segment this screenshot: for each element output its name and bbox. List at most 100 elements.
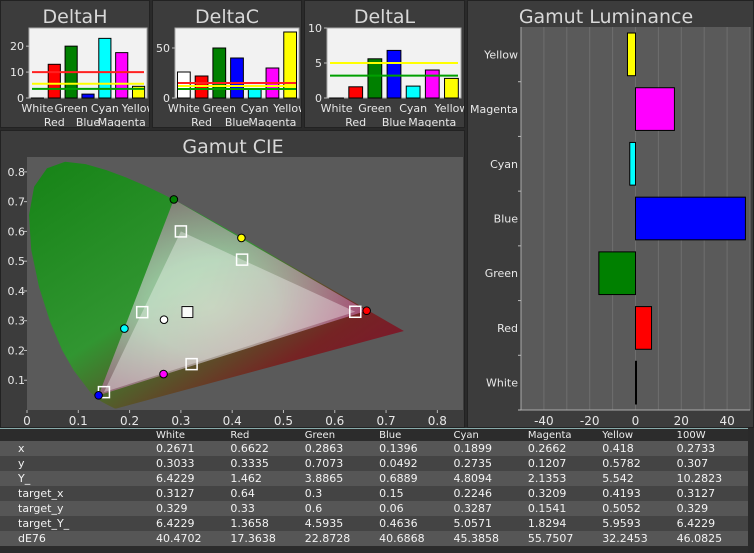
table-cell: 0.3209: [525, 486, 599, 501]
deltaL-xtick-label: Blue: [382, 116, 407, 127]
table-cell: 5.542: [599, 471, 673, 486]
gamut-cie-xtick-label: 0.8: [428, 414, 447, 427]
deltaH-panel: DeltaH01020WhiteGreenCyanYellowRedBlueMa…: [0, 0, 150, 128]
gamut-luminance-bar-yellow: [627, 33, 635, 76]
gamut-cie-title: Gamut CIE: [182, 136, 283, 158]
gamut-cie-measured-cyan: [121, 325, 129, 333]
table-row: y0.30330.33350.70730.04920.27350.12070.5…: [0, 456, 748, 471]
table-cell: 0.2733: [674, 441, 748, 456]
table-cell: 40.4702: [153, 531, 227, 546]
deltaC-xtick-label: White: [168, 102, 200, 115]
gamut-cie-ytick-label: 0.2: [8, 344, 26, 357]
gamut-luminance-bar-white: [636, 361, 637, 404]
deltaH-xtick-label: White: [21, 102, 53, 115]
table-column-header: Red: [227, 429, 301, 441]
table-cell: 0.4193: [599, 486, 673, 501]
deltaH-bar-blue: [82, 94, 94, 98]
gamut-cie-ytick-label: 0.6: [8, 225, 26, 238]
deltaL-xtick-label: Magenta: [408, 116, 456, 127]
gamut-cie-panel: Gamut CIE00.10.20.30.40.50.60.70.80.10.2…: [0, 130, 465, 428]
deltaH-xtick-label: Blue: [76, 116, 101, 127]
table-cell: 0.3287: [451, 501, 525, 516]
gamut-luminance-ytick-label: Magenta: [470, 103, 518, 116]
deltaC-xtick-label: Cyan: [241, 102, 269, 115]
table-cell: 0.1541: [525, 501, 599, 516]
table-column-header: Green: [302, 429, 376, 441]
deltaH-xtick-label: Red: [44, 116, 65, 127]
deltaL-panel: DeltaL0510WhiteGreenCyanYellowRedBlueMag…: [304, 0, 465, 128]
table-cell: 6.4229: [153, 516, 227, 531]
table-cell: 0.3127: [674, 486, 748, 501]
table-cell: 55.7507: [525, 531, 599, 546]
gamut-luminance-panel: Gamut Luminance-40-2002040YellowMagentaC…: [467, 0, 754, 428]
deltaL-xtick-label: White: [321, 102, 353, 115]
table-cell: 6.4229: [153, 471, 227, 486]
table-cell: 0.3033: [153, 456, 227, 471]
table-cell: 4.5935: [302, 516, 376, 531]
table-row-label: y: [0, 456, 153, 471]
measurement-grid: WhiteRedGreenBlueCyanMagentaYellow100W x…: [0, 429, 748, 546]
gamut-cie-xtick-label: 0.7: [377, 414, 396, 427]
table-header-row: WhiteRedGreenBlueCyanMagentaYellow100W: [0, 429, 748, 441]
table-cell: 32.2453: [599, 531, 673, 546]
deltaC-xtick-label: Magenta: [248, 116, 296, 127]
table-row-label: x: [0, 441, 153, 456]
gamut-luminance-ytick-label: Yellow: [483, 48, 518, 61]
deltaL-ytick-label: 10: [308, 22, 322, 35]
table-cell: 1.3658: [227, 516, 301, 531]
gamut-luminance-bar-red: [636, 307, 652, 350]
table-cell: 0.1899: [451, 441, 525, 456]
gamut-cie-chart: Gamut CIE00.10.20.30.40.50.60.70.80.10.2…: [1, 131, 464, 427]
table-cell: 0.1207: [525, 456, 599, 471]
deltaL-bar-blue: [387, 50, 401, 98]
table-cell: 0.6889: [376, 471, 450, 486]
gamut-cie-measured-blue: [95, 392, 103, 400]
gamut-luminance-ytick-label: Green: [485, 267, 518, 280]
table-cell: 0.3127: [153, 486, 227, 501]
deltaL-xtick-label: Green: [358, 102, 391, 115]
deltaL-xtick-label: Yellow: [433, 102, 464, 115]
gamut-cie-ytick-label: 0.5: [8, 255, 26, 268]
table-cell: 0.2863: [302, 441, 376, 456]
table-cell: 1.8294: [525, 516, 599, 531]
table-cell: 0.7073: [302, 456, 376, 471]
table-corner: [0, 429, 153, 441]
gamut-luminance-bar-green: [599, 252, 636, 295]
gamut-luminance-ytick-label: White: [486, 377, 518, 390]
gamut-cie-xtick-label: 0: [23, 414, 31, 427]
gamut-cie-xtick-label: 0.1: [69, 414, 88, 427]
table-cell: 0.307: [674, 456, 748, 471]
table-row-label: target_x: [0, 486, 153, 501]
measurement-table: WhiteRedGreenBlueCyanMagentaYellow100W x…: [0, 428, 748, 553]
deltaL-ytick-label: 5: [315, 57, 322, 70]
gamut-cie-target-white: [182, 307, 193, 318]
gamut-luminance-ytick-label: Red: [497, 322, 518, 335]
table-cell: 3.8865: [302, 471, 376, 486]
table-cell: 0.329: [153, 501, 227, 516]
deltaC-bar-blue: [231, 58, 244, 98]
deltaC-xtick-label: Blue: [225, 116, 250, 127]
deltaL-bar-green: [368, 59, 382, 98]
table-cell: 0.329: [674, 501, 748, 516]
gamut-cie-xtick-label: 0.6: [325, 414, 344, 427]
table-cell: 0.5052: [599, 501, 673, 516]
table-column-header: Yellow: [599, 429, 673, 441]
table-row: dE7640.470217.363822.872840.686845.38585…: [0, 531, 748, 546]
table-cell: 0.5782: [599, 456, 673, 471]
gamut-luminance-ytick-label: Cyan: [490, 158, 518, 171]
table-column-header: Blue: [376, 429, 450, 441]
gamut-luminance-bar-cyan: [630, 142, 636, 185]
table-row: target_y0.3290.330.60.060.32870.15410.50…: [0, 501, 748, 516]
table-column-header: Cyan: [451, 429, 525, 441]
table-cell: 5.9593: [599, 516, 673, 531]
table-cell: 0.06: [376, 501, 450, 516]
table-cell: 1.462: [227, 471, 301, 486]
table-cell: 0.4636: [376, 516, 450, 531]
gamut-luminance-xtick-label: 40: [719, 414, 734, 427]
gamut-luminance-xtick-label: -40: [534, 414, 554, 427]
table-cell: 45.3858: [451, 531, 525, 546]
table-row-label: Y_: [0, 471, 153, 486]
table-row-label: target_y: [0, 501, 153, 516]
deltaC-ytick-label: 50: [156, 42, 170, 55]
gamut-cie-ytick-label: 0.4: [8, 285, 26, 298]
